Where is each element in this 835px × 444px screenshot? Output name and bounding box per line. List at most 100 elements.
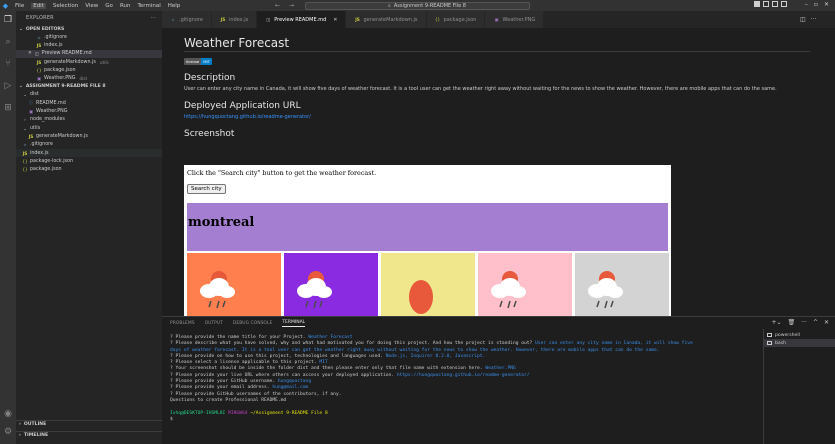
prompt-user: Ivhq@DESKTOP-IHSML8I [170,410,226,416]
tab-preview-readme-md[interactable]: ◫ Preview README.md ✕ [257,11,347,28]
tree-item[interactable]: ◆ .gitignore [16,141,162,149]
layout-customize-icon[interactable] [780,1,787,7]
account-icon[interactable]: ◉ [3,409,13,419]
tree-item-label: utils [30,125,41,131]
page-title: Weather Forecast [184,28,810,52]
terminal-answer: MIT [319,360,328,366]
rain-cloud-icon [200,271,235,309]
run-debug-icon[interactable]: ▷ [3,81,13,91]
chevron-down-icon: ⌄ [23,125,27,131]
terminal-question: ? Please provide your email address. [170,385,270,391]
menu-item-selection[interactable]: Selection [53,3,78,9]
search-icon: ⌕ [388,2,391,9]
tree-item[interactable]: ⓘ README.md [16,99,162,107]
tree-item-label: README.md [36,100,66,106]
panel-tab-terminal[interactable]: TERMINAL [282,320,306,327]
more-actions-icon[interactable]: ··· [151,15,156,21]
split-editor-icon[interactable]: ◫ [800,16,806,23]
terminal-answer: Weather.PNG [485,366,516,372]
menu-item-run[interactable]: Run [120,3,131,9]
json-file-icon: {} [434,17,441,22]
timeline-section[interactable]: › TIMELINE [16,431,162,439]
open-editor-item[interactable]: JS generateMarkdown.js utils [16,58,162,66]
terminal-answer: Node.js, Inquirer 8.2.0, Javascript. [385,353,486,359]
search-view-icon[interactable]: ⌕ [3,37,13,47]
menu-item-go[interactable]: Go [105,3,113,9]
close-panel-icon[interactable]: ✕ [824,319,829,326]
panel-tab-output[interactable]: OUTPUT [205,321,223,326]
manage-gear-icon[interactable]: ⚙ [3,427,13,437]
maximize-icon[interactable]: ▫ [814,1,818,8]
tree-item[interactable]: › node_modules [16,116,162,124]
command-center-search[interactable]: ⌕ Assignment 9-README File 8 [305,1,530,10]
tree-item[interactable]: {} package-lock.json [16,157,162,165]
tab-generatemarkdown-js[interactable]: JS generateMarkdown.js [346,11,427,28]
panel-more-icon[interactable]: ··· [801,319,807,326]
menu-item-view[interactable]: View [85,3,98,9]
explorer-icon[interactable]: ❐ [3,15,13,25]
git-file-icon: ◆ [23,142,27,148]
source-control-icon[interactable]: ⑂ [3,59,13,69]
terminal-instance-powershell[interactable]: powershell [764,331,835,339]
rain-cloud-icon [588,271,623,309]
tree-item[interactable]: ▣ Weather.PNG [16,107,162,115]
kill-terminal-icon[interactable]: 🗑 [788,319,796,326]
open-editors-section[interactable]: ⌄ OPEN EDITORS [16,25,162,33]
open-editor-item[interactable]: {} package.json [16,66,162,74]
tree-item[interactable]: ⌄ dist [16,91,162,99]
deployed-url-link[interactable]: https://hungquoctang.github.io/readme-ge… [184,114,311,120]
close-window-icon[interactable]: ✕ [824,1,829,8]
tree-item[interactable]: JS generateMarkdown.js [16,132,162,140]
tree-item[interactable]: {} package.json [16,165,162,173]
open-editor-item[interactable]: ✕ ◫ Preview README.md [16,49,162,58]
tree-item[interactable]: ⌄ utils [16,124,162,132]
tab-weather-png[interactable]: ▣ Weather.PNG [485,11,545,28]
extensions-icon[interactable]: ⊞ [3,103,13,113]
project-section[interactable]: ⌄ ASSIGNMENT 9-README FILE 8 [16,83,162,91]
new-terminal-icon[interactable]: +⌄ [772,319,782,326]
maximize-panel-icon[interactable]: ^ [813,319,818,326]
tab-index-js[interactable]: JS index.js [211,11,258,28]
image-file-icon: ▣ [29,109,33,115]
tree-item[interactable]: JS index.js [16,148,162,158]
open-editor-label: Weather.PNG [44,76,76,82]
open-editor-item[interactable]: JS index.js [16,41,162,49]
terminal-question: ? Please provide the name title for your… [170,335,306,340]
deployed-heading: Deployed Application URL [184,101,301,111]
open-editor-item[interactable]: ▣ Weather.PNG dist [16,74,162,82]
open-editor-label: index.js [44,42,63,48]
open-editor-label: package.json [44,67,76,73]
forecast-day-card [284,253,378,316]
panel-tab-problems[interactable]: PROBLEMS [170,321,195,326]
forecast-day-card [575,253,669,316]
javascript-file-icon: JS [355,17,360,22]
badge-label: license [184,58,202,65]
minimize-icon[interactable]: – [805,1,808,8]
menu-item-edit[interactable]: Edit [31,2,46,9]
close-icon[interactable]: ✕ [28,51,32,56]
layout-panel-icon[interactable] [762,1,769,7]
terminal-instance-label: powershell [775,332,800,338]
markdown-file-icon: ⓘ [28,100,34,106]
tree-item-label: package.json [30,167,62,173]
terminal-answer: https://hungquoctang.github.io/readme-ge… [396,372,530,378]
layout-secondary-icon[interactable] [771,1,778,7]
tab-package-json[interactable]: {} package.json [426,11,486,28]
terminal-question: ? Please provide your GitHub username. [170,379,276,385]
terminal-output[interactable]: ? Please provide the name title for your… [170,335,765,423]
layout-sidebar-icon[interactable] [753,1,760,7]
terminal-instance-bash[interactable]: bash [764,339,835,347]
panel-tab-debug-console[interactable]: DEBUG CONSOLE [233,321,272,326]
close-tab-icon[interactable]: ✕ [333,17,337,23]
forward-arrow-icon[interactable]: → [289,2,294,9]
forecast-day-card [187,253,281,316]
editor-more-icon[interactable]: ··· [811,16,817,23]
menu-item-terminal[interactable]: Terminal [137,3,160,9]
license-badge: license MIT [184,58,212,65]
outline-section[interactable]: › OUTLINE [16,420,162,428]
menu-item-file[interactable]: File [15,3,24,9]
back-arrow-icon[interactable]: ← [275,2,280,9]
tab-gitignore[interactable]: ◆ .gitignore [162,11,212,28]
menu-item-help[interactable]: Help [168,3,181,9]
open-editor-item[interactable]: ◆ .gitignore [16,33,162,41]
